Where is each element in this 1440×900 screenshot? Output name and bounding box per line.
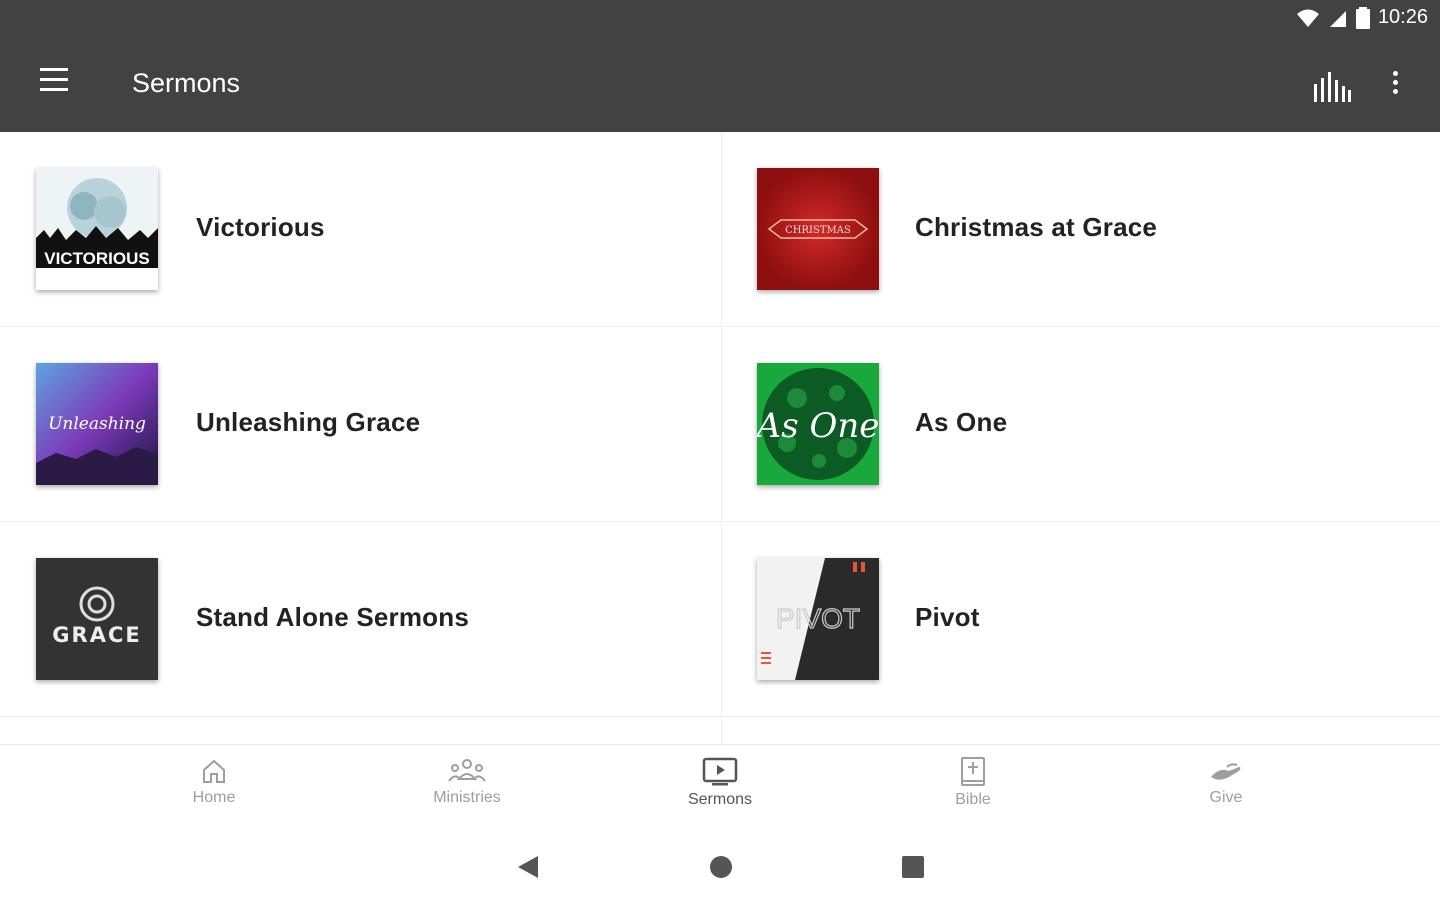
nav-home[interactable]: Home <box>144 757 284 827</box>
app-bar: Sermons <box>0 40 1440 132</box>
thumb-text-unleashing: Unleashing <box>48 414 146 434</box>
nav-bible[interactable]: Bible <box>903 757 1043 827</box>
system-navigation-bar <box>0 834 1440 900</box>
home-icon <box>203 759 225 783</box>
hamburger-icon <box>40 68 68 71</box>
sermon-thumbnail-christmas: CHRISTMAS <box>757 168 879 290</box>
sermon-card-pivot[interactable]: PIVOT Pivot <box>721 522 1440 717</box>
sermon-title: Christmas at Grace <box>915 212 1158 242</box>
back-button[interactable] <box>514 852 544 882</box>
sermon-thumbnail-victorious: VICTORIOUS <box>36 168 158 290</box>
sermon-card-as-one[interactable]: As One As One <box>721 327 1440 522</box>
sermon-card-unleashing-grace[interactable]: Unleashing Unleashing Grace <box>0 327 721 522</box>
thumb-text-pivot: PIVOT <box>776 603 860 634</box>
sermon-thumbnail-unleashing: Unleashing <box>36 363 158 485</box>
nav-sermons[interactable]: Sermons <box>650 757 790 827</box>
sermon-thumbnail-as-one: As One <box>757 363 879 485</box>
bottom-navigation: Home Ministries Sermons Bible Give <box>0 744 1440 834</box>
sermon-title: As One <box>915 407 1008 437</box>
recents-square-icon <box>902 856 924 878</box>
sermon-card-victorious[interactable]: VICTORIOUS Victorious <box>0 132 721 327</box>
equalizer-icon <box>1314 72 1351 102</box>
nav-label: Ministries <box>433 789 501 806</box>
sermon-title: Pivot <box>915 602 980 632</box>
sermon-grid: VICTORIOUS Victorious CHRISTMAS Christma… <box>0 132 1440 744</box>
cell-signal-icon <box>1329 10 1346 27</box>
sermon-card-christmas-at-grace[interactable]: CHRISTMAS Christmas at Grace <box>721 132 1440 327</box>
status-icons: 10:26 <box>1296 6 1428 29</box>
nav-label: Sermons <box>687 791 753 808</box>
audio-bars-button[interactable] <box>1312 70 1352 102</box>
sermon-title: Stand Alone Sermons <box>196 602 469 632</box>
wifi-icon <box>1296 9 1319 27</box>
thumb-text-as-one: As One <box>757 406 879 446</box>
more-vert-icon <box>1380 71 1410 94</box>
nav-ministries[interactable]: Ministries <box>397 757 537 827</box>
recents-button[interactable] <box>898 852 928 882</box>
nav-label: Home <box>192 789 236 806</box>
give-hand-icon <box>1211 763 1241 780</box>
sermon-thumbnail-grace: GRACE <box>36 558 158 680</box>
sermon-thumbnail-pivot: PIVOT <box>757 558 879 680</box>
sermon-title: Victorious <box>196 212 325 242</box>
thumb-text-grace: GRACE <box>52 623 141 647</box>
home-system-button[interactable] <box>706 852 736 882</box>
back-triangle-icon <box>518 856 538 878</box>
thumb-text-victorious: VICTORIOUS <box>44 249 149 268</box>
page-title: Sermons <box>132 68 241 98</box>
nav-give[interactable]: Give <box>1156 757 1296 827</box>
overflow-menu-button[interactable] <box>1380 68 1410 104</box>
nav-label: Give <box>1209 789 1243 806</box>
sermon-card-stand-alone-sermons[interactable]: GRACE Stand Alone Sermons <box>0 522 721 717</box>
people-icon <box>448 759 486 782</box>
bible-icon <box>961 757 985 786</box>
tv-play-icon <box>702 757 738 786</box>
menu-button[interactable] <box>30 68 78 104</box>
status-time: 10:26 <box>1377 6 1428 28</box>
battery-icon <box>1355 6 1370 29</box>
home-circle-icon <box>710 856 732 878</box>
nav-label: Bible <box>955 791 991 808</box>
status-bar: 10:26 <box>0 0 1440 40</box>
sermon-title: Unleashing Grace <box>196 407 421 437</box>
thumb-text-christmas: CHRISTMAS <box>785 225 851 236</box>
